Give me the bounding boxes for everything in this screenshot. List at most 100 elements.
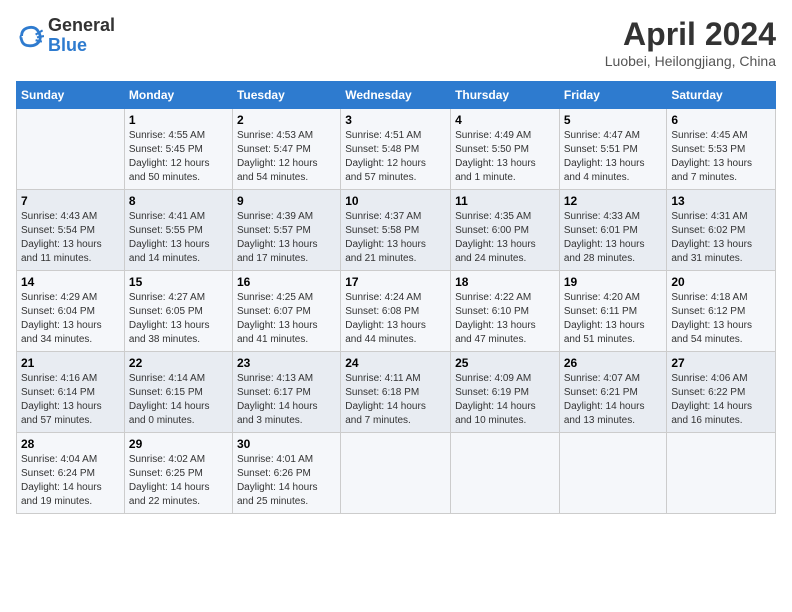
day-cell: 10 Sunrise: 4:37 AMSunset: 5:58 PMDayligh…: [341, 190, 451, 271]
location-subtitle: Luobei, Heilongjiang, China: [605, 53, 776, 69]
week-row-1: 1 Sunrise: 4:55 AMSunset: 5:45 PMDaylight…: [17, 109, 776, 190]
day-info: Sunrise: 4:16 AMSunset: 6:14 PMDaylight:…: [21, 372, 120, 428]
day-info: Sunrise: 4:02 AMSunset: 6:25 PMDaylight:…: [129, 453, 228, 509]
day-cell: 18Sunrise: 4:22 AMSunset: 6:10 PMDayligh…: [451, 271, 560, 352]
day-number: 24: [345, 356, 446, 370]
day-info: Sunrise: 4:20 AMSunset: 6:11 PMDaylight:…: [564, 291, 663, 347]
header-cell-friday: Friday: [559, 82, 667, 109]
day-cell: [559, 433, 667, 514]
day-info: Sunrise: 4:13 AMSunset: 6:17 PMDaylight:…: [237, 372, 336, 428]
day-number: 4: [455, 113, 555, 127]
day-cell: 26 Sunrise: 4:07 AMSunset: 6:21 PMDayligh…: [559, 352, 667, 433]
day-info: Sunrise: 4:04 AMSunset: 6:24 PMDaylight:…: [21, 453, 120, 509]
header-cell-saturday: Saturday: [667, 82, 776, 109]
header-cell-wednesday: Wednesday: [341, 82, 451, 109]
day-cell: 17 Sunrise: 4:24 AMSunset: 6:08 PMDayligh…: [341, 271, 451, 352]
day-cell: [17, 109, 125, 190]
week-row-2: 7 Sunrise: 4:43 AMSunset: 5:54 PMDaylight…: [17, 190, 776, 271]
day-cell: [451, 433, 560, 514]
day-cell: 11Sunrise: 4:35 AMSunset: 6:00 PMDayligh…: [451, 190, 560, 271]
day-number: 25: [455, 356, 555, 370]
day-info: Sunrise: 4:55 AMSunset: 5:45 PMDaylight:…: [129, 129, 228, 185]
day-number: 13: [671, 194, 771, 208]
logo-text: General Blue: [48, 16, 115, 56]
day-info: Sunrise: 4:06 AMSunset: 6:22 PMDaylight:…: [671, 372, 771, 428]
logo-icon: [16, 22, 44, 50]
day-cell: 19Sunrise: 4:20 AMSunset: 6:11 PMDayligh…: [559, 271, 667, 352]
day-cell: 3 Sunrise: 4:51 AMSunset: 5:48 PMDaylight…: [341, 109, 451, 190]
day-number: 16: [237, 275, 336, 289]
day-info: Sunrise: 4:45 AMSunset: 5:53 PMDaylight:…: [671, 129, 771, 185]
header-row: SundayMondayTuesdayWednesdayThursdayFrid…: [17, 82, 776, 109]
day-cell: 16 Sunrise: 4:25 AMSunset: 6:07 PMDayligh…: [232, 271, 340, 352]
day-cell: 4 Sunrise: 4:49 AMSunset: 5:50 PMDaylight…: [451, 109, 560, 190]
title-block: April 2024 Luobei, Heilongjiang, China: [605, 16, 776, 69]
day-info: Sunrise: 4:27 AMSunset: 6:05 PMDaylight:…: [129, 291, 228, 347]
day-cell: 23Sunrise: 4:13 AMSunset: 6:17 PMDayligh…: [232, 352, 340, 433]
day-number: 14: [21, 275, 120, 289]
day-number: 3: [345, 113, 446, 127]
day-cell: 14 Sunrise: 4:29 AMSunset: 6:04 PMDayligh…: [17, 271, 125, 352]
day-cell: 20Sunrise: 4:18 AMSunset: 6:12 PMDayligh…: [667, 271, 776, 352]
day-number: 17: [345, 275, 446, 289]
header-cell-sunday: Sunday: [17, 82, 125, 109]
day-cell: [667, 433, 776, 514]
day-number: 28: [21, 437, 120, 451]
day-cell: [341, 433, 451, 514]
page-header: General Blue April 2024 Luobei, Heilongj…: [16, 16, 776, 69]
day-info: Sunrise: 4:39 AMSunset: 5:57 PMDaylight:…: [237, 210, 336, 266]
day-number: 22: [129, 356, 228, 370]
day-info: Sunrise: 4:11 AMSunset: 6:18 PMDaylight:…: [345, 372, 446, 428]
day-cell: 25 Sunrise: 4:09 AMSunset: 6:19 PMDayligh…: [451, 352, 560, 433]
day-cell: 13Sunrise: 4:31 AMSunset: 6:02 PMDayligh…: [667, 190, 776, 271]
day-number: 10: [345, 194, 446, 208]
week-row-5: 28 Sunrise: 4:04 AMSunset: 6:24 PMDayligh…: [17, 433, 776, 514]
day-info: Sunrise: 4:01 AMSunset: 6:26 PMDaylight:…: [237, 453, 336, 509]
calendar-table: SundayMondayTuesdayWednesdayThursdayFrid…: [16, 81, 776, 514]
day-info: Sunrise: 4:41 AMSunset: 5:55 PMDaylight:…: [129, 210, 228, 266]
day-number: 15: [129, 275, 228, 289]
day-cell: 30 Sunrise: 4:01 AMSunset: 6:26 PMDayligh…: [232, 433, 340, 514]
day-number: 7: [21, 194, 120, 208]
day-number: 12: [564, 194, 663, 208]
day-cell: 28 Sunrise: 4:04 AMSunset: 6:24 PMDayligh…: [17, 433, 125, 514]
month-year-title: April 2024: [605, 16, 776, 53]
day-number: 5: [564, 113, 663, 127]
day-info: Sunrise: 4:24 AMSunset: 6:08 PMDaylight:…: [345, 291, 446, 347]
day-cell: 29 Sunrise: 4:02 AMSunset: 6:25 PMDayligh…: [124, 433, 232, 514]
day-number: 1: [129, 113, 228, 127]
day-info: Sunrise: 4:51 AMSunset: 5:48 PMDaylight:…: [345, 129, 446, 185]
day-info: Sunrise: 4:49 AMSunset: 5:50 PMDaylight:…: [455, 129, 555, 185]
day-number: 29: [129, 437, 228, 451]
day-number: 27: [671, 356, 771, 370]
day-info: Sunrise: 4:09 AMSunset: 6:19 PMDaylight:…: [455, 372, 555, 428]
day-info: Sunrise: 4:25 AMSunset: 6:07 PMDaylight:…: [237, 291, 336, 347]
day-cell: 9 Sunrise: 4:39 AMSunset: 5:57 PMDaylight…: [232, 190, 340, 271]
day-info: Sunrise: 4:43 AMSunset: 5:54 PMDaylight:…: [21, 210, 120, 266]
day-info: Sunrise: 4:07 AMSunset: 6:21 PMDaylight:…: [564, 372, 663, 428]
day-info: Sunrise: 4:29 AMSunset: 6:04 PMDaylight:…: [21, 291, 120, 347]
day-cell: 21 Sunrise: 4:16 AMSunset: 6:14 PMDayligh…: [17, 352, 125, 433]
day-cell: 27 Sunrise: 4:06 AMSunset: 6:22 PMDayligh…: [667, 352, 776, 433]
day-number: 21: [21, 356, 120, 370]
day-number: 2: [237, 113, 336, 127]
day-number: 6: [671, 113, 771, 127]
day-info: Sunrise: 4:33 AMSunset: 6:01 PMDaylight:…: [564, 210, 663, 266]
day-number: 20: [671, 275, 771, 289]
day-number: 8: [129, 194, 228, 208]
week-row-4: 21 Sunrise: 4:16 AMSunset: 6:14 PMDayligh…: [17, 352, 776, 433]
day-cell: 5 Sunrise: 4:47 AMSunset: 5:51 PMDaylight…: [559, 109, 667, 190]
day-cell: 2 Sunrise: 4:53 AMSunset: 5:47 PMDaylight…: [232, 109, 340, 190]
logo: General Blue: [16, 16, 115, 56]
day-number: 30: [237, 437, 336, 451]
header-cell-monday: Monday: [124, 82, 232, 109]
day-cell: 24 Sunrise: 4:11 AMSunset: 6:18 PMDayligh…: [341, 352, 451, 433]
day-info: Sunrise: 4:53 AMSunset: 5:47 PMDaylight:…: [237, 129, 336, 185]
day-info: Sunrise: 4:37 AMSunset: 5:58 PMDaylight:…: [345, 210, 446, 266]
day-cell: 12 Sunrise: 4:33 AMSunset: 6:01 PMDayligh…: [559, 190, 667, 271]
day-cell: 1 Sunrise: 4:55 AMSunset: 5:45 PMDaylight…: [124, 109, 232, 190]
day-number: 9: [237, 194, 336, 208]
day-number: 26: [564, 356, 663, 370]
day-info: Sunrise: 4:47 AMSunset: 5:51 PMDaylight:…: [564, 129, 663, 185]
day-info: Sunrise: 4:14 AMSunset: 6:15 PMDaylight:…: [129, 372, 228, 428]
